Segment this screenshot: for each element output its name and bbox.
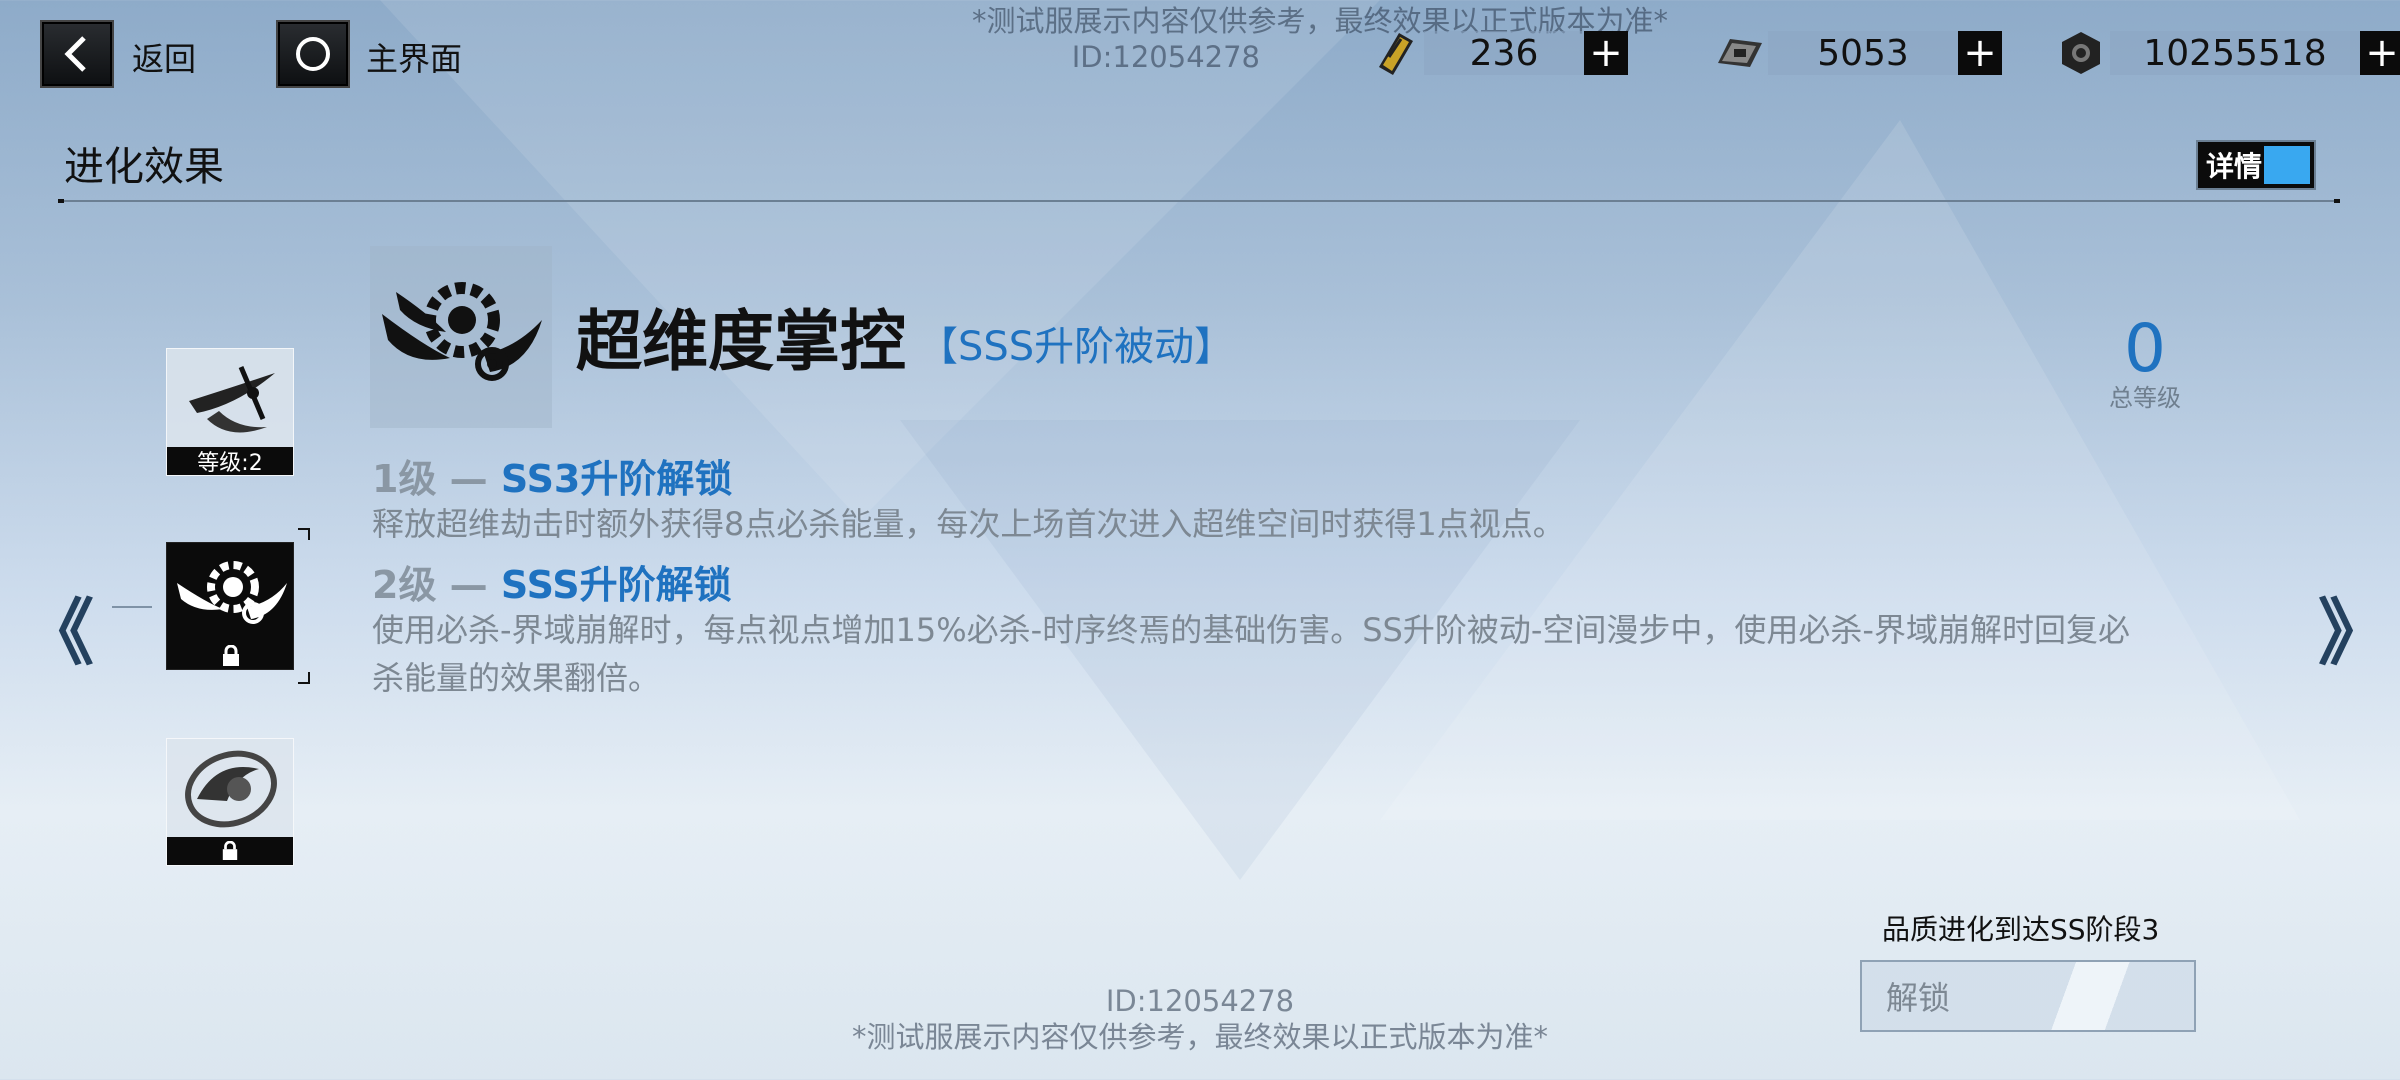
add-ticket-button[interactable]: +	[1584, 31, 1628, 75]
chevron-left-icon	[64, 36, 86, 72]
level-number: 2级 —	[372, 563, 501, 607]
total-level-label: 总等级	[2109, 384, 2181, 412]
hex-nut-icon	[2052, 24, 2110, 82]
add-chip-button[interactable]: +	[1958, 31, 2002, 75]
section-divider	[58, 199, 2340, 203]
next-arrow[interactable]: 》	[2318, 574, 2390, 679]
gold-ticket-icon	[1366, 24, 1424, 82]
detail-label: 详情	[2206, 150, 2263, 183]
toggle-switch[interactable]	[2264, 146, 2310, 184]
vortex-skill-icon	[185, 750, 277, 828]
home-button[interactable]	[276, 20, 350, 88]
currency-value: 5053	[1768, 31, 1958, 75]
level-2-heading: 2级 — SSS升阶解锁	[372, 554, 732, 609]
gear-wing-skill-icon	[382, 282, 542, 381]
chip-icon	[1710, 24, 1768, 82]
skill-locked-caption	[167, 837, 293, 865]
test-server-notice-bottom: *测试服展示内容仅供参考，最终效果以正式版本为准*	[851, 1020, 1548, 1054]
currency-value: 236	[1424, 31, 1584, 75]
currency-ticket: 236 +	[1366, 20, 1628, 86]
skill-list-item-selected[interactable]	[166, 542, 294, 670]
skill-list-item[interactable]: 等级:2	[166, 348, 294, 476]
bg-triangle	[1380, 120, 2300, 820]
level-2-description: 使用必杀-界域崩解时，每点视点增加15%必杀-时序终焉的基础伤害。SS升阶被动-…	[372, 611, 2130, 697]
skill-list-item[interactable]	[166, 738, 294, 866]
currency-chip: 5053 +	[1710, 20, 2002, 86]
level-1-heading: 1级 — SS3升阶解锁	[372, 448, 732, 503]
home-label[interactable]: 主界面	[366, 34, 462, 80]
section-title: 进化效果	[64, 144, 224, 190]
add-nut-button[interactable]: +	[2360, 31, 2400, 75]
circle-home-icon	[296, 37, 330, 71]
back-label[interactable]: 返回	[132, 34, 196, 80]
detail-toggle[interactable]: 详情	[2196, 140, 2316, 190]
gear-wing-skill-icon	[177, 561, 287, 624]
lock-icon	[222, 841, 238, 860]
selection-bracket	[298, 672, 310, 684]
level-number: 1级 —	[372, 457, 501, 501]
level-1-description: 释放超维劫击时额外获得8点必杀能量，每次上场首次进入超维空间时获得1点视点。	[372, 505, 1565, 543]
level-unlock-name: SS3升阶解锁	[500, 457, 733, 501]
back-button[interactable]	[40, 20, 114, 88]
prev-arrow[interactable]: 《	[22, 574, 94, 679]
currency-value: 10255518	[2110, 31, 2360, 75]
skill-main-icon-frame	[370, 246, 552, 428]
unlock-requirement: 品质进化到达SS阶段3	[1882, 913, 2160, 946]
skill-tag: 【SSS升阶被动】	[918, 324, 1235, 370]
player-id-bottom: ID:12054278	[1105, 984, 1295, 1018]
selection-connector	[112, 606, 152, 608]
skill-level-caption: 等级:2	[167, 447, 293, 476]
currency-nut: 10255518 +	[2052, 20, 2400, 86]
slash-skill-icon	[189, 366, 275, 433]
total-level-value: 0	[2124, 310, 2166, 387]
skill-name: 超维度掌控	[576, 303, 906, 380]
selection-bracket	[298, 528, 310, 540]
level-unlock-name: SSS升阶解锁	[500, 563, 732, 607]
lock-icon	[223, 645, 239, 666]
